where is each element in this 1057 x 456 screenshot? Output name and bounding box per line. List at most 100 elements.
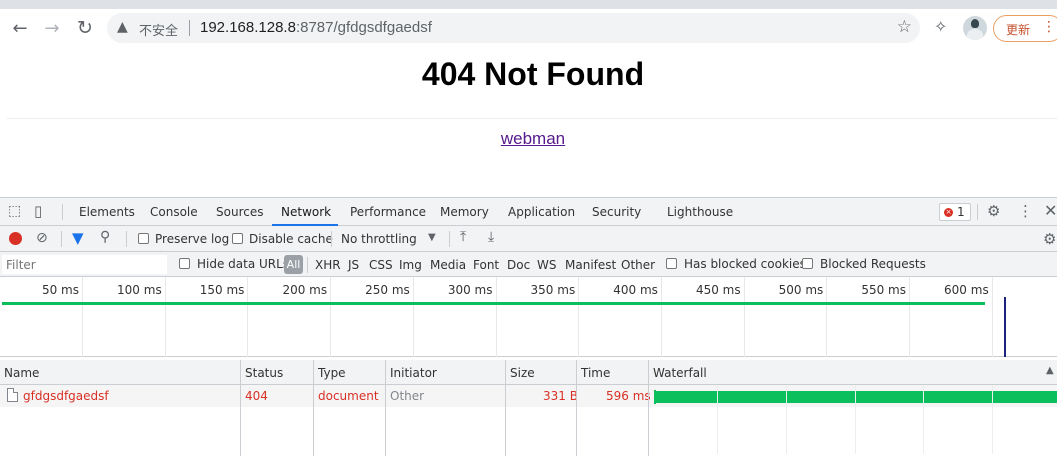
toolbar-separator (331, 231, 332, 247)
settings-gear-icon[interactable]: ⚙ (987, 202, 1000, 220)
throttling-select[interactable]: No throttling (341, 232, 417, 246)
timeline-tick-label: 300 ms (447, 283, 493, 297)
back-arrow-icon[interactable]: ← (8, 16, 32, 40)
tab-memory[interactable]: Memory (440, 205, 489, 219)
filter-media-button[interactable]: Media (430, 258, 466, 272)
hide-data-urls-label: Hide data URLs (197, 257, 290, 271)
filter-css-button[interactable]: CSS (369, 258, 393, 272)
toolbar-separator (307, 257, 308, 273)
update-label: 更新 (1006, 23, 1031, 37)
avatar-head-shape (971, 19, 979, 28)
chevron-down-icon[interactable]: ▼ (428, 232, 436, 243)
column-divider[interactable] (648, 360, 649, 456)
tab-application[interactable]: Application (508, 205, 575, 219)
upload-icon[interactable]: ⤒ (460, 229, 466, 245)
update-button[interactable]: 更新 ⋮ (993, 15, 1057, 42)
timeline-tick-label: 100 ms (117, 283, 162, 297)
filter-xhr-button[interactable]: XHR (315, 258, 341, 272)
warning-icon[interactable]: ▲ (117, 19, 128, 35)
timeline-gridline (991, 277, 993, 357)
url-text[interactable]: 192.168.128.8:8787/gfdgsdfgaedsf (200, 19, 432, 36)
column-name[interactable]: Name (4, 366, 39, 380)
more-vert-icon[interactable]: ⋮ (1018, 202, 1033, 220)
tab-performance[interactable]: Performance (350, 205, 426, 219)
tab-strip (0, 0, 1057, 9)
filter-input[interactable] (2, 255, 167, 274)
column-divider[interactable] (385, 360, 386, 456)
reload-icon[interactable]: ↻ (73, 16, 97, 40)
tab-elements[interactable]: Elements (79, 205, 135, 219)
timeline-tick-label: 200 ms (282, 283, 328, 297)
column-time[interactable]: Time (581, 366, 610, 380)
hide-data-urls-checkbox[interactable] (179, 258, 190, 269)
inspect-element-icon[interactable]: ⬚ (8, 203, 21, 219)
devtools-panel: ⬚ ▯ Elements Console Sources Network Per… (0, 197, 1057, 456)
extensions-icon[interactable]: ✧ (934, 17, 947, 36)
column-waterfall[interactable]: Waterfall (653, 366, 707, 380)
preserve-log-checkbox[interactable] (138, 233, 149, 244)
column-status[interactable]: Status (245, 366, 283, 380)
filter-funnel-icon[interactable]: ▼ (72, 229, 84, 247)
filter-js-button[interactable]: JS (348, 258, 359, 272)
column-divider[interactable] (240, 360, 241, 456)
timeline-gridline (82, 277, 83, 357)
network-controls-bar: ⊘ ▼ ⚲ Preserve log Disable cache No thro… (0, 226, 1057, 252)
timeline-gridline (412, 277, 414, 357)
filter-doc-button[interactable]: Doc (507, 258, 530, 272)
disable-cache-checkbox[interactable] (232, 233, 243, 244)
tab-network[interactable]: Network (281, 205, 331, 219)
timeline-tick-label: 550 ms (861, 283, 906, 297)
omnibox-separator (189, 20, 190, 36)
webman-link[interactable]: webman (501, 129, 565, 148)
tab-sources[interactable]: Sources (216, 205, 263, 219)
search-icon[interactable]: ⚲ (100, 229, 110, 245)
filter-font-button[interactable]: Font (473, 258, 499, 272)
filter-all-button[interactable]: All (284, 255, 303, 274)
column-type[interactable]: Type (318, 366, 346, 380)
filter-manifest-button[interactable]: Manifest (565, 258, 616, 272)
error-count-badge[interactable]: × 1 (939, 203, 971, 221)
toolbar-separator (62, 204, 63, 220)
waterfall-gridline (717, 385, 718, 454)
page-footer: webman (0, 129, 1057, 149)
timeline-overview[interactable]: 50 ms 100 ms 150 ms 200 ms 250 ms 300 ms 350 m… (0, 277, 1057, 357)
settings-gear-icon[interactable]: ⚙ (1043, 230, 1056, 248)
tab-security[interactable]: Security (592, 205, 641, 219)
column-divider[interactable] (576, 360, 577, 456)
disable-cache-label: Disable cache (249, 232, 333, 246)
avatar[interactable] (963, 16, 987, 40)
filter-other-button[interactable]: Other (621, 258, 655, 272)
has-blocked-cookies-label: Has blocked cookies (684, 257, 806, 271)
waterfall-gridline (923, 385, 924, 454)
devtools-tab-bar: ⬚ ▯ Elements Console Sources Network Per… (0, 198, 1057, 226)
security-label[interactable]: 不安全 (139, 20, 178, 39)
timeline-tick-label: 450 ms (695, 283, 741, 297)
error-icon: × (944, 208, 953, 217)
row-type: document (318, 389, 379, 403)
blocked-requests-checkbox[interactable] (802, 258, 813, 269)
row-name[interactable]: gfdgsdfgaedsf (23, 389, 109, 403)
sort-up-icon[interactable]: ▲ (1046, 365, 1054, 376)
column-initiator[interactable]: Initiator (390, 366, 437, 380)
table-row[interactable]: gfdgsdfgaedsf 404 document Other 331 B 5… (0, 385, 1057, 407)
forward-arrow-icon[interactable]: → (40, 16, 64, 40)
timeline-gridline (909, 277, 910, 357)
device-toolbar-icon[interactable]: ▯ (34, 202, 42, 220)
has-blocked-cookies-checkbox[interactable] (666, 258, 677, 269)
star-icon[interactable]: ☆ (897, 17, 912, 37)
toolbar-separator (977, 204, 978, 220)
tab-console[interactable]: Console (150, 205, 198, 219)
address-bar[interactable]: ▲ 不安全 192.168.128.8:8787/gfdgsdfgaedsf ☆ (107, 13, 920, 43)
tab-lighthouse[interactable]: Lighthouse (667, 205, 733, 219)
toolbar-separator (126, 231, 127, 247)
column-size[interactable]: Size (510, 366, 535, 380)
clear-icon[interactable]: ⊘ (36, 230, 48, 246)
record-icon[interactable] (9, 232, 22, 245)
download-icon[interactable]: ⤓ (488, 229, 494, 245)
column-divider[interactable] (505, 360, 506, 456)
column-divider[interactable] (313, 360, 314, 456)
close-icon[interactable]: ✕ (1044, 201, 1057, 220)
browser-toolbar: ← → ↻ ▲ 不安全 192.168.128.8:8787/gfdgsdfga… (0, 0, 1057, 45)
filter-img-button[interactable]: Img (399, 258, 422, 272)
filter-ws-button[interactable]: WS (537, 258, 556, 272)
